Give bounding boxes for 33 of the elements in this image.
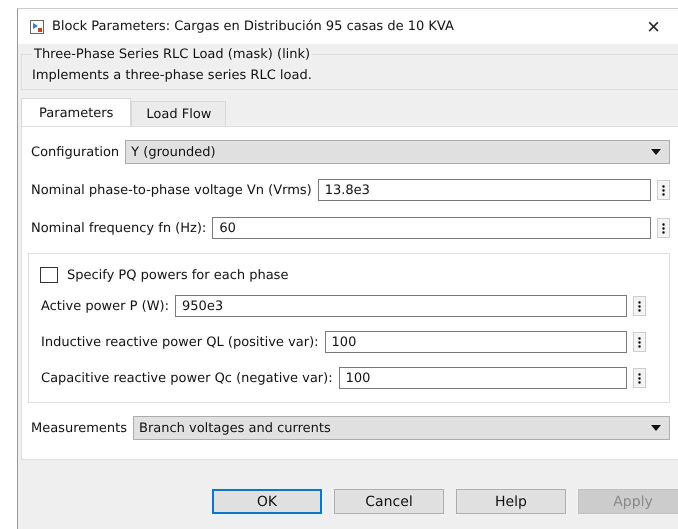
input-field[interactable]: 950e3 bbox=[175, 295, 627, 317]
field-label: Nominal frequency fn (Hz): bbox=[31, 220, 206, 236]
more-options-icon[interactable] bbox=[633, 368, 646, 388]
group-title: Three-Phase Series RLC Load (mask) (link) bbox=[33, 47, 312, 62]
dialog-button[interactable]: Cancel bbox=[334, 489, 444, 514]
tab[interactable]: Load Flow bbox=[131, 101, 226, 126]
field-label: Nominal phase-to-phase voltage Vn (Vrms) bbox=[31, 182, 312, 198]
more-options-icon[interactable] bbox=[633, 332, 646, 352]
more-options-icon[interactable] bbox=[657, 180, 670, 200]
caret-icon bbox=[651, 149, 661, 155]
dialog-button[interactable]: Help bbox=[456, 489, 566, 514]
more-options-icon[interactable] bbox=[657, 218, 670, 238]
dialog-button[interactable]: OK bbox=[212, 489, 322, 514]
checkbox-label: Specify PQ powers for each phase bbox=[67, 268, 288, 282]
tab[interactable]: Parameters bbox=[21, 98, 132, 126]
input-field[interactable]: 60 bbox=[212, 217, 651, 239]
field-label: Active power P (W): bbox=[41, 298, 170, 314]
field-label: Capacitive reactive power Qc (negative var): bbox=[41, 370, 333, 386]
close-button[interactable]: × bbox=[641, 16, 666, 38]
more-options-icon[interactable] bbox=[633, 296, 646, 316]
field-label: Configuration bbox=[31, 144, 120, 160]
checkbox[interactable] bbox=[40, 267, 58, 283]
description-text: Implements a three-phase series RLC load. bbox=[32, 68, 312, 83]
input-field[interactable]: 100 bbox=[338, 367, 627, 389]
dropdown[interactable]: Branch voltages and currents bbox=[133, 416, 670, 440]
dropdown[interactable]: Y (grounded) bbox=[125, 140, 670, 164]
block-icon bbox=[30, 20, 44, 34]
caret-icon bbox=[651, 425, 661, 431]
window-title: Block Parameters: Cargas en Distribución 95 casas de 10 KVA bbox=[52, 19, 455, 34]
field-label: Inductive reactive power QL (positive var): bbox=[41, 334, 319, 350]
input-field[interactable]: 100 bbox=[324, 331, 627, 353]
field-label: Measurements bbox=[31, 420, 128, 436]
input-field[interactable]: 13.8e3 bbox=[318, 179, 651, 201]
